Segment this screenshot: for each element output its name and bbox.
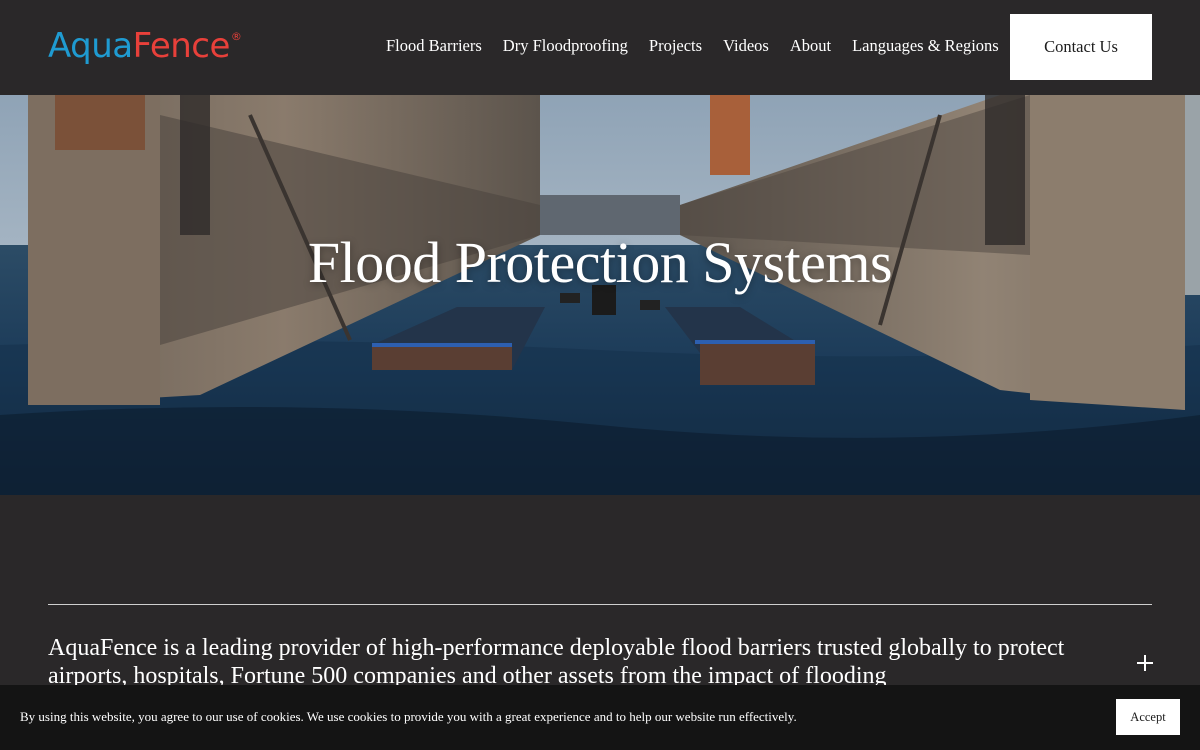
registered-mark: ® (230, 30, 242, 43)
nav-about[interactable]: About (790, 36, 831, 56)
nav-videos[interactable]: Videos (723, 36, 769, 56)
nav-languages-regions[interactable]: Languages & Regions (852, 36, 999, 56)
logo-part-fence: Fence (132, 26, 231, 66)
plus-icon[interactable] (1137, 655, 1153, 671)
nav-dry-floodproofing[interactable]: Dry Floodproofing (503, 36, 628, 56)
cookie-notice-text: By using this website, you agree to our … (20, 709, 797, 724)
logo-part-aqua: Aqua (48, 26, 133, 66)
main-nav: Flood Barriers Dry Floodproofing Project… (386, 36, 1020, 56)
aquafence-logo[interactable]: AquaFence® (48, 26, 242, 74)
site-header: AquaFence® Flood Barriers Dry Floodproof… (0, 0, 1200, 95)
cookie-banner: By using this website, you agree to our … (0, 685, 1200, 750)
section-divider (48, 604, 1152, 605)
intro-text: AquaFence is a leading provider of high-… (48, 635, 1065, 689)
accept-cookies-button[interactable]: Accept (1116, 699, 1180, 735)
hero-title: Flood Protection Systems (307, 230, 893, 295)
nav-projects[interactable]: Projects (649, 36, 702, 56)
hero-banner: Flood Protection Systems (0, 95, 1200, 495)
nav-flood-barriers[interactable]: Flood Barriers (386, 36, 482, 56)
contact-us-button[interactable]: Contact Us (1010, 14, 1152, 80)
